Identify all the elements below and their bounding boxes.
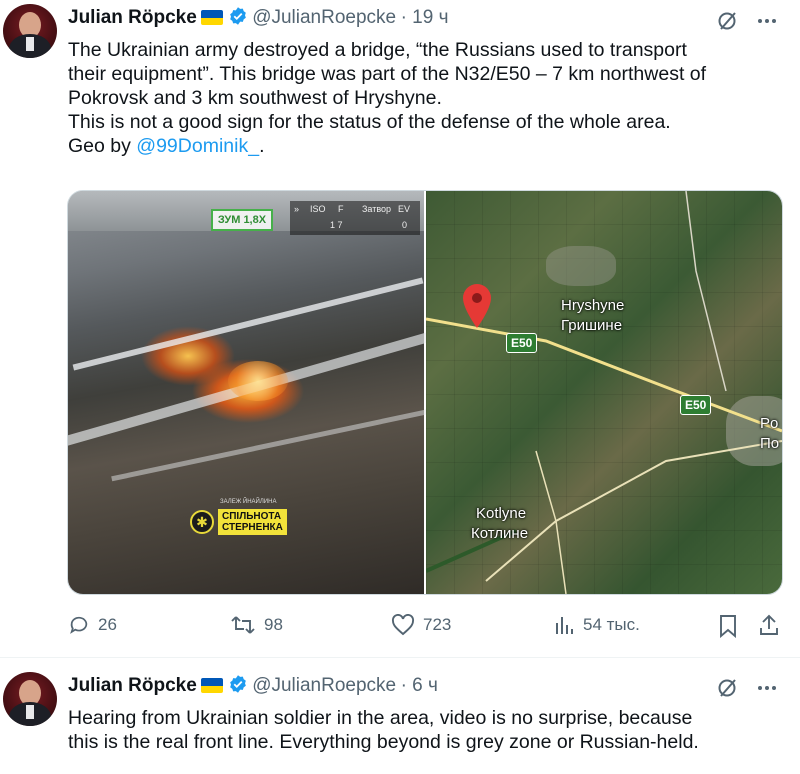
badge-line: СПІЛЬНОТА <box>222 511 282 522</box>
repost-count: 98 <box>264 615 283 634</box>
map-label-hryshyne: Hryshyne <box>561 297 625 314</box>
tweet-text-line: The Ukrainian army destroyed a bridge, “… <box>68 39 687 61</box>
repost-button[interactable]: 98 <box>230 614 283 636</box>
map-label-kotlyne: Kotlyne <box>476 505 527 522</box>
badge-line: СТЕРНЕНКА <box>222 522 283 533</box>
road-shield-e50: E50 <box>506 333 538 353</box>
like-button[interactable]: 723 <box>391 614 451 636</box>
map-label-edge: Po <box>760 415 779 432</box>
repost-icon <box>231 616 255 634</box>
tweet-text: The Ukrainian army destroyed a bridge, “… <box>68 38 788 158</box>
explosion <box>228 361 288 401</box>
avatar[interactable] <box>3 4 57 58</box>
author-handle[interactable]: @JulianRoepcke <box>252 675 396 696</box>
trident-icon: ✱ <box>190 510 214 534</box>
tweet-time[interactable]: · 19 ч <box>401 7 449 28</box>
hud-value: 0 <box>402 220 408 230</box>
zoom-label: ЗУМ 1,8X <box>211 209 273 231</box>
views-button[interactable]: 54 тыс. <box>553 614 640 636</box>
hud-label: ISO <box>310 204 326 214</box>
more-icon[interactable] <box>756 12 778 30</box>
mention-link[interactable]: @99Dominik_ <box>136 135 259 157</box>
tweet-text-line: Pokrovsk and 3 km southwest of Hryshyne. <box>68 87 442 109</box>
author-handle[interactable]: @JulianRoepcke <box>252 7 396 28</box>
like-icon <box>392 614 414 636</box>
tweet-text-line: this is the real front line. Everything … <box>68 731 699 753</box>
tweet-time[interactable]: · 6 ч <box>401 675 438 696</box>
hud-label: F <box>338 204 344 214</box>
camera-hud: » ISO F Затвор EV 1 7 0 <box>290 201 420 235</box>
hud-label: Затвор <box>362 204 392 214</box>
tweet-media[interactable]: ЗУМ 1,8X » ISO F Затвор EV 1 7 0 ✱ СПІЛЬ… <box>67 190 783 595</box>
share-icon[interactable] <box>758 613 780 637</box>
watermark-logo: ✱ СПІЛЬНОТА СТЕРНЕНКА <box>190 507 290 537</box>
badge-small-text: ЗАЛЕЖ ЙНАЙЛИНА <box>220 499 277 505</box>
tweet-header: Julian Röpcke @JulianRoepcke · 19 ч <box>68 6 448 34</box>
tweet-header: Julian Röpcke @JulianRoepcke · 6 ч <box>68 674 438 702</box>
reply-button[interactable]: 26 <box>68 614 117 636</box>
road-shield-e50: E50 <box>680 395 712 415</box>
geo-line: Geo by @99Dominik_. <box>68 134 788 158</box>
map-label-edge: По <box>760 435 780 452</box>
geo-suffix: . <box>259 135 265 157</box>
views-count: 54 тыс. <box>583 615 640 634</box>
tweet-text-line: their equipment”. This bridge was part o… <box>68 63 707 85</box>
geo-prefix: Geo by <box>68 135 137 157</box>
map-image[interactable]: Hryshyne Гришине Kotlyne Котлине E50 E50… <box>426 191 782 594</box>
views-icon <box>556 617 573 634</box>
hud-value: 1 7 <box>330 220 343 230</box>
reply-count: 26 <box>98 615 117 634</box>
author-name[interactable]: Julian Röpcke <box>68 7 197 28</box>
map-pin-icon <box>463 284 491 328</box>
hud-label: EV <box>398 204 411 214</box>
grok-slash-icon[interactable] <box>716 10 738 32</box>
like-count: 723 <box>423 615 452 634</box>
verified-badge-icon <box>229 7 246 25</box>
more-icon[interactable] <box>756 679 778 697</box>
verified-badge-icon <box>229 675 246 693</box>
ukraine-flag-icon <box>201 10 224 25</box>
avatar[interactable] <box>3 672 57 726</box>
grok-slash-icon[interactable] <box>716 677 738 699</box>
reply-icon <box>70 616 88 634</box>
video-frame[interactable]: ЗУМ 1,8X » ISO F Затвор EV 1 7 0 ✱ СПІЛЬ… <box>68 191 462 594</box>
map-label-kotlyne-cyr: Котлине <box>471 525 529 542</box>
ukraine-flag-icon <box>201 678 224 693</box>
map-label-hryshyne-cyr: Гришине <box>561 317 623 334</box>
tweet-divider <box>0 657 800 658</box>
bookmark-icon[interactable] <box>718 614 738 638</box>
tweet-text: Hearing from Ukrainian soldier in the ar… <box>68 706 788 754</box>
author-name[interactable]: Julian Röpcke <box>68 675 197 696</box>
tweet-text-line: This is not a good sign for the status o… <box>68 111 671 133</box>
tweet-text-line: Hearing from Ukrainian soldier in the ar… <box>68 707 693 729</box>
